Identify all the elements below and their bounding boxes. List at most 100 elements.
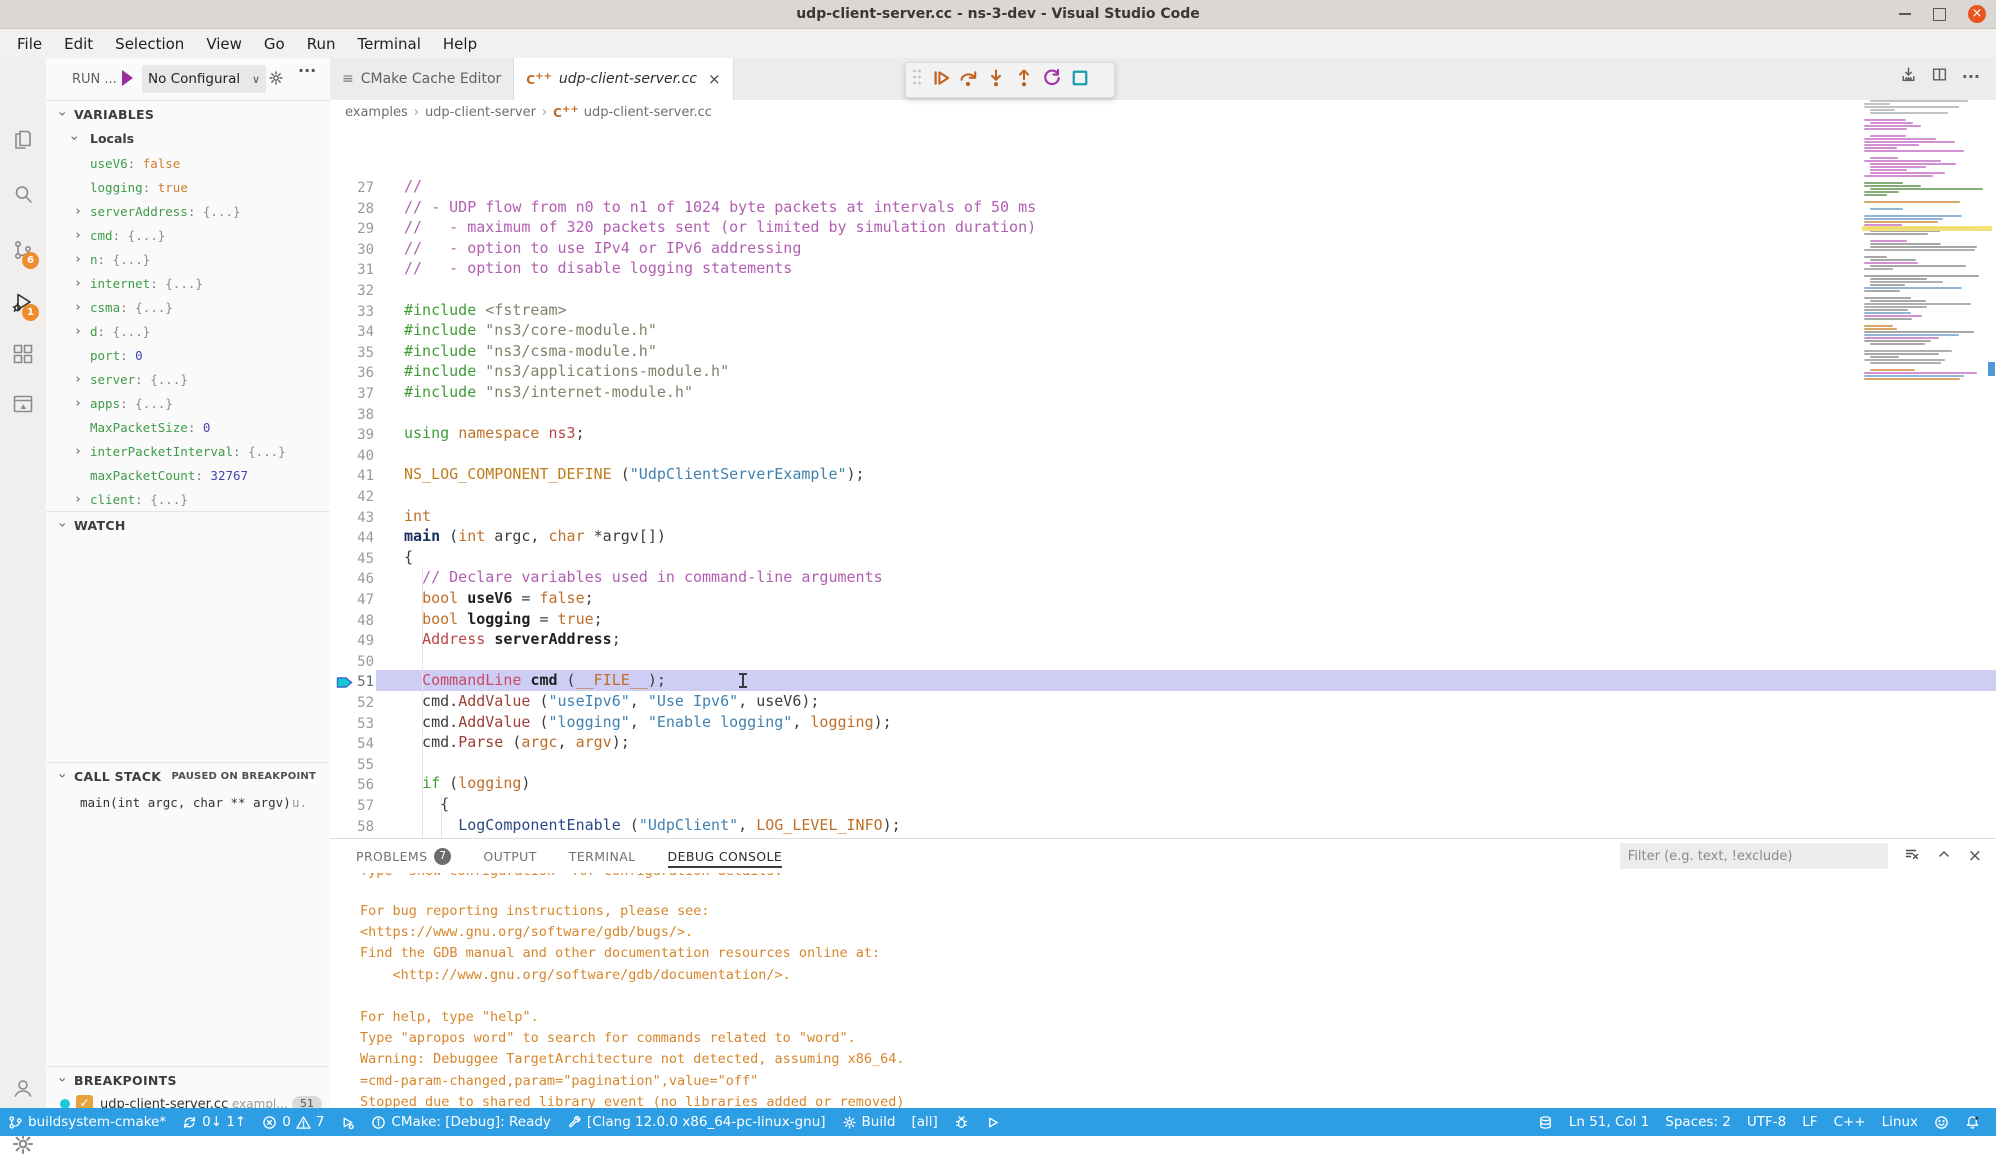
step-into-button[interactable] — [986, 68, 1006, 92]
status-item-debug[interactable] — [332, 1108, 363, 1136]
variable-row[interactable]: MaxPacketSize: 0 — [46, 415, 330, 439]
panel-tab-problems[interactable]: PROBLEMS7 — [356, 839, 451, 873]
tab-cmake-cache-editor[interactable]: ≡CMake Cache Editor — [330, 58, 514, 100]
window-controls: × — [1899, 0, 1986, 28]
close-panel-icon[interactable]: × — [1968, 846, 1982, 866]
variable-row[interactable]: ›interPacketInterval: {...} — [46, 439, 330, 463]
step-out-button[interactable] — [1014, 68, 1034, 92]
section-watch[interactable]: ›WATCH — [46, 511, 330, 538]
menu-item-view[interactable]: View — [195, 29, 253, 58]
status-item-info[interactable]: CMake: [Debug]: Ready — [363, 1108, 559, 1136]
tab-udp-client-server-cc[interactable]: C++udp-client-server.cc× — [514, 58, 733, 100]
status-item-linux[interactable]: Linux — [1874, 1108, 1926, 1136]
breadcrumb-item[interactable]: examples — [345, 105, 408, 120]
breadcrumb-item[interactable]: udp-client-server — [425, 105, 536, 120]
drag-grip-icon[interactable] — [912, 69, 922, 91]
menu-item-selection[interactable]: Selection — [104, 29, 195, 58]
close-icon[interactable]: × — [1968, 5, 1986, 23]
section-call-stack[interactable]: ›CALL STACKPAUSED ON BREAKPOINT — [46, 762, 330, 789]
chevron-up-icon[interactable] — [1936, 846, 1952, 866]
line-number: 39 — [330, 425, 374, 446]
variable-row[interactable]: ›internet: {...} — [46, 271, 330, 295]
restart-button[interactable] — [1042, 68, 1062, 92]
menu-item-run[interactable]: Run — [296, 29, 347, 58]
activity-extensions-icon[interactable] — [11, 342, 35, 366]
status-item-spaces-2[interactable]: Spaces: 2 — [1657, 1108, 1739, 1136]
status-item-bell[interactable] — [1957, 1108, 1988, 1136]
variable-row[interactable]: ›apps: {...} — [46, 391, 330, 415]
locals-scope[interactable]: ›Locals — [46, 126, 330, 150]
panel-tab-terminal[interactable]: TERMINAL — [569, 839, 636, 873]
debug-console-output[interactable]: Type "show configuration" for configurat… — [360, 873, 1996, 1109]
menu-item-file[interactable]: File — [6, 29, 53, 58]
status-item-branch[interactable]: buildsystem-cmake* — [0, 1108, 174, 1136]
status-item-gear[interactable]: Build — [834, 1108, 904, 1136]
variable-row[interactable]: ›server: {...} — [46, 367, 330, 391]
continue-button[interactable] — [930, 68, 950, 92]
minimap-line — [1864, 372, 1977, 374]
variable-row[interactable]: ›cmd: {...} — [46, 223, 330, 247]
status-item-feedback[interactable] — [1926, 1108, 1957, 1136]
section-label: BREAKPOINTS — [74, 1073, 177, 1088]
more-actions-icon[interactable]: ··· — [298, 61, 316, 80]
code-line: { — [404, 794, 449, 815]
section-breakpoints[interactable]: ›BREAKPOINTS — [46, 1066, 330, 1093]
status-item-ln-51-col-1[interactable]: Ln 51, Col 1 — [1561, 1108, 1657, 1136]
code-line: // — [404, 176, 422, 197]
chevron-down-icon: › — [66, 130, 82, 146]
variable-row[interactable]: ›client: {...} — [46, 487, 330, 511]
panel-tab-debug-console[interactable]: DEBUG CONSOLE — [668, 839, 783, 873]
minimap-line — [1864, 125, 1921, 127]
status-item-sync[interactable]: 0↓ 1↑ — [174, 1108, 254, 1136]
panel-tab-output[interactable]: OUTPUT — [483, 839, 536, 873]
console-filter-input[interactable] — [1620, 843, 1888, 869]
menu-item-terminal[interactable]: Terminal — [347, 29, 432, 58]
split-editor-icon[interactable] — [1931, 66, 1948, 87]
breadcrumb-item[interactable]: C++udp-client-server.cc — [553, 104, 712, 120]
code-editor[interactable]: 27//28// - UDP flow from n0 to n1 of 102… — [330, 124, 1996, 838]
clear-console-icon[interactable] — [1904, 846, 1920, 866]
line-number: 33 — [330, 302, 374, 323]
start-debug-icon[interactable] — [122, 70, 133, 86]
close-tab-icon[interactable]: × — [708, 70, 721, 88]
section-variables[interactable]: ›VARIABLES — [46, 100, 330, 127]
step-over-button[interactable] — [958, 68, 978, 92]
minimap[interactable] — [1862, 100, 1992, 400]
status-item-database[interactable] — [1530, 1108, 1561, 1136]
gear-icon[interactable] — [268, 70, 284, 90]
stack-frame[interactable]: main(int argc, char ** argv)u. — [46, 790, 330, 814]
variable-row[interactable]: maxPacketCount: 32767 — [46, 463, 330, 487]
maximize-icon[interactable] — [1933, 8, 1946, 21]
minimap-line — [1864, 275, 1979, 277]
menu-item-edit[interactable]: Edit — [53, 29, 104, 58]
debug-config-dropdown[interactable]: No Configural ∨ — [142, 65, 266, 93]
variable-row[interactable]: ›csma: {...} — [46, 295, 330, 319]
activity-test-window-icon[interactable] — [11, 392, 35, 416]
activity-search-icon[interactable] — [11, 182, 35, 206]
variable-text: interPacketInterval: {...} — [90, 444, 286, 459]
stop-button[interactable] — [1070, 68, 1090, 92]
activity-explorer-icon[interactable] — [11, 128, 35, 152]
status-item-bug[interactable] — [946, 1108, 977, 1136]
variable-row[interactable]: port: 0 — [46, 343, 330, 367]
status-item-error[interactable]: 07 — [254, 1108, 332, 1136]
minimap-line — [1870, 122, 1913, 124]
variable-row[interactable]: logging: true — [46, 175, 330, 199]
status-item-lf[interactable]: LF — [1794, 1108, 1825, 1136]
download-tray-icon[interactable] — [1900, 66, 1917, 87]
status-item--all-[interactable]: [all] — [903, 1108, 945, 1136]
status-item-play[interactable] — [977, 1108, 1008, 1136]
more-actions-icon[interactable]: ··· — [1962, 67, 1980, 86]
variable-row[interactable]: ›d: {...} — [46, 319, 330, 343]
minimize-icon[interactable] — [1899, 13, 1911, 15]
status-item-utf-8[interactable]: UTF-8 — [1739, 1108, 1794, 1136]
menu-item-go[interactable]: Go — [253, 29, 296, 58]
activity-account-icon[interactable] — [11, 1076, 35, 1100]
status-item-tools[interactable]: [Clang 12.0.0 x86_64-pc-linux-gnu] — [559, 1108, 834, 1136]
variable-row[interactable]: ›n: {...} — [46, 247, 330, 271]
status-item-c-[interactable]: C++ — [1826, 1108, 1874, 1136]
variable-row[interactable]: useV6: false — [46, 151, 330, 175]
variable-row[interactable]: ›serverAddress: {...} — [46, 199, 330, 223]
menu-item-help[interactable]: Help — [432, 29, 488, 58]
line-number: 44 — [330, 528, 374, 549]
